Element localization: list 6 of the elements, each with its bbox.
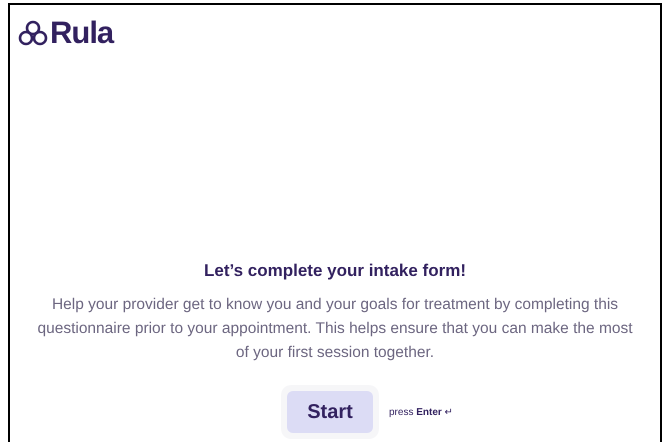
description: Help your provider get to know you and your goals for treatment by completing this questionnaire prior to your appointment. This helps ensure that you can make the most of your first session together. xyxy=(36,295,634,363)
keyboard-hint: press Enter ↵ xyxy=(389,406,454,420)
start-button[interactable]: Start xyxy=(287,391,373,433)
logo-icon xyxy=(18,20,48,46)
logo-text: Rula xyxy=(50,17,114,48)
heading: Let’s complete your intake form! xyxy=(204,260,466,282)
